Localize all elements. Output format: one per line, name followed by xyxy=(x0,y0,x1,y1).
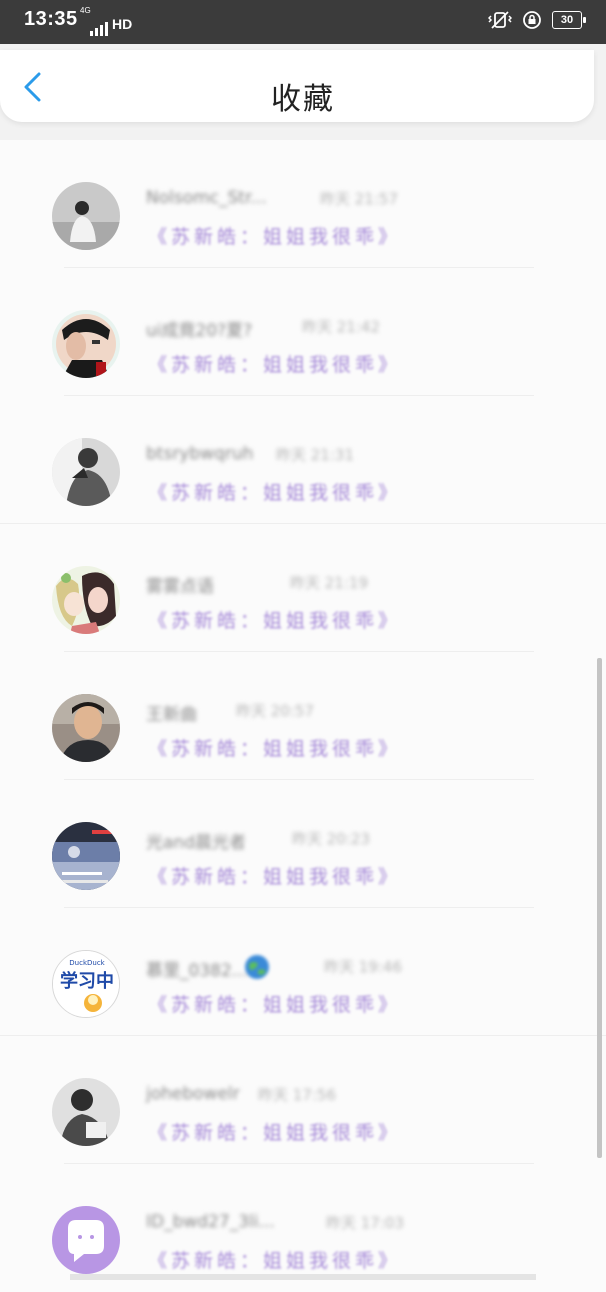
item-time: 昨天 20:57 xyxy=(236,702,314,720)
status-time: 13:35 xyxy=(24,8,78,30)
item-time: 昨天 20:23 xyxy=(292,830,370,848)
item-name: johebowelr xyxy=(146,1084,240,1104)
list-item[interactable]: ID_bwd27_3li... 昨天 17:03 《苏新皓：姐姐我很乖》 xyxy=(0,1164,606,1292)
list-item[interactable]: johebowelr 昨天 17:56 《苏新皓：姐姐我很乖》 xyxy=(0,1036,606,1164)
list-item[interactable]: ui成竟20?夏? 昨天 21:42 《苏新皓：姐姐我很乖》 xyxy=(0,268,606,396)
item-song: 《苏新皓：姐姐我很乖》 xyxy=(148,482,402,504)
svg-text:DuckDuck: DuckDuck xyxy=(69,959,105,967)
list-item[interactable]: Nolsomc_Str... 昨天 21:57 《苏新皓：姐姐我很乖》 xyxy=(0,140,606,268)
item-time: 昨天 19:46 xyxy=(324,958,402,976)
item-song: 《苏新皓：姐姐我很乖》 xyxy=(148,354,402,376)
status-bar: 13:35 4G HD 30 xyxy=(0,0,606,44)
vibrate-icon xyxy=(488,11,512,29)
item-name: 光and晨光者 xyxy=(146,833,246,853)
signal-icon xyxy=(90,22,108,36)
list-item[interactable]: 光and晨光者 昨天 20:23 《苏新皓：姐姐我很乖》 xyxy=(0,780,606,908)
favorites-list: Nolsomc_Str... 昨天 21:57 《苏新皓：姐姐我很乖》 ui成竟… xyxy=(0,140,606,1292)
item-song: 《苏新皓：姐姐我很乖》 xyxy=(148,994,402,1016)
item-time: 昨天 21:19 xyxy=(290,574,368,592)
list-item[interactable]: 王新曲 昨天 20:57 《苏新皓：姐姐我很乖》 xyxy=(0,652,606,780)
item-song: 《苏新皓：姐姐我很乖》 xyxy=(148,866,402,888)
avatar[interactable] xyxy=(52,1206,120,1274)
battery-level: 30 xyxy=(560,14,574,26)
avatar[interactable] xyxy=(52,566,120,634)
avatar[interactable] xyxy=(52,438,120,506)
battery-icon: 30 xyxy=(552,11,586,29)
item-name: ID_bwd27_3li... xyxy=(146,1212,275,1232)
avatar[interactable] xyxy=(52,310,120,378)
svg-text:学习中: 学习中 xyxy=(60,970,114,992)
item-time: 昨天 17:03 xyxy=(326,1214,404,1232)
lock-rotation-icon xyxy=(523,11,541,29)
list-item[interactable]: btsrybwqruh 昨天 21:31 《苏新皓：姐姐我很乖》 xyxy=(0,396,606,524)
page-title: 收藏 xyxy=(271,82,335,117)
avatar[interactable] xyxy=(52,1078,120,1146)
header-card: 收藏 xyxy=(0,50,594,122)
list-item[interactable]: 雾雾点语 昨天 21:19 《苏新皓：姐姐我很乖》 xyxy=(0,524,606,979)
item-name: Nolsomc_Str... xyxy=(146,188,267,208)
item-song: 《苏新皓：姐姐我很乖》 xyxy=(148,610,402,632)
item-song: 《苏新皓：姐姐我很乖》 xyxy=(148,1122,402,1144)
item-song: 《苏新皓：姐姐我很乖》 xyxy=(148,738,402,760)
item-name: btsrybwqruh xyxy=(146,444,254,464)
network-type: 4G xyxy=(80,6,91,15)
item-time: 昨天 17:56 xyxy=(258,1086,336,1104)
item-song: 《苏新皓：姐姐我很乖》 xyxy=(148,226,402,248)
scrollbar[interactable] xyxy=(597,658,602,1158)
avatar[interactable]: 学习中 DuckDuck xyxy=(52,950,120,1018)
avatar[interactable] xyxy=(52,822,120,890)
item-name: ui成竟20?夏? xyxy=(146,321,253,341)
avatar[interactable] xyxy=(52,182,120,250)
item-name: 雾雾点语 xyxy=(146,577,214,597)
item-time: 昨天 21:42 xyxy=(302,318,380,336)
avatar[interactable] xyxy=(52,694,120,762)
bottom-strip xyxy=(70,1274,536,1280)
item-name: 王新曲 xyxy=(146,705,197,725)
header: 收藏 xyxy=(0,44,606,140)
item-name: 慕里_0382... xyxy=(146,961,248,981)
hd-badge: HD xyxy=(112,16,133,32)
list-item[interactable]: 学习中 DuckDuck 慕里_0382... 昨天 19:46 《苏新皓：姐姐… xyxy=(0,908,606,1036)
item-time: 昨天 21:57 xyxy=(320,190,398,208)
item-song: 《苏新皓：姐姐我很乖》 xyxy=(148,1250,402,1272)
item-time: 昨天 21:31 xyxy=(276,446,354,464)
